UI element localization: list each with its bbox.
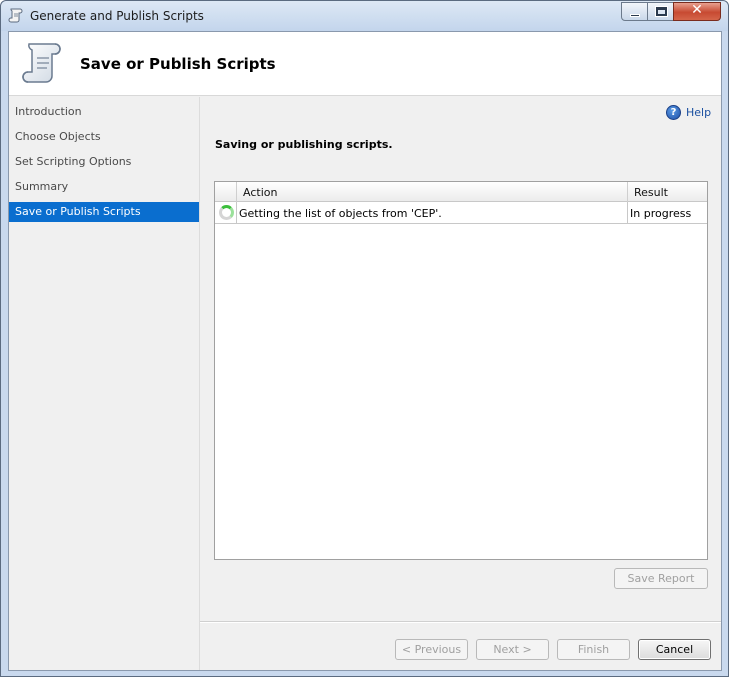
page-title: Save or Publish Scripts	[80, 55, 276, 73]
cell-separator	[627, 202, 628, 224]
help-icon[interactable]: ?	[666, 105, 681, 120]
grid-header: Action Result	[215, 182, 707, 202]
column-header-action[interactable]: Action	[243, 186, 277, 199]
minimize-icon	[630, 14, 640, 17]
sidebar-item-save-or-publish-scripts[interactable]: Save or Publish Scripts	[9, 202, 199, 222]
column-separator	[627, 182, 628, 202]
table-row[interactable]: Getting the list of objects from 'CEP'. …	[215, 202, 707, 224]
close-icon: ✕	[691, 2, 703, 18]
wizard-client-area: Save or Publish Scripts Introduction Cho…	[8, 31, 722, 671]
column-separator	[236, 182, 237, 202]
progress-grid[interactable]: Action Result Getting the list of object…	[214, 181, 708, 560]
wizard-header: Save or Publish Scripts	[9, 32, 721, 96]
minimize-button[interactable]	[621, 2, 648, 21]
wizard-steps-sidebar: Introduction Choose Objects Set Scriptin…	[9, 97, 200, 670]
cancel-button[interactable]: Cancel	[638, 639, 711, 660]
sidebar-item-choose-objects[interactable]: Choose Objects	[9, 127, 199, 147]
finish-button[interactable]: Finish	[557, 639, 630, 660]
spinner-icon	[219, 205, 234, 220]
section-title: Saving or publishing scripts.	[215, 138, 393, 151]
script-scroll-icon	[8, 8, 23, 23]
next-button[interactable]: Next >	[476, 639, 549, 660]
cell-separator	[236, 202, 237, 224]
sidebar-item-summary[interactable]: Summary	[9, 177, 199, 197]
result-cell: In progress	[630, 207, 692, 220]
wizard-window: Generate and Publish Scripts ✕ Save or P…	[0, 0, 729, 677]
footer-divider	[200, 621, 721, 623]
column-header-result[interactable]: Result	[634, 186, 668, 199]
sidebar-item-set-scripting-options[interactable]: Set Scripting Options	[9, 152, 199, 172]
sidebar-item-introduction[interactable]: Introduction	[9, 102, 199, 122]
maximize-icon	[655, 6, 668, 17]
close-button[interactable]: ✕	[673, 2, 721, 21]
save-report-button[interactable]: Save Report	[614, 568, 708, 589]
maximize-button[interactable]	[647, 2, 674, 21]
window-title: Generate and Publish Scripts	[30, 9, 204, 23]
previous-button[interactable]: < Previous	[395, 639, 468, 660]
script-scroll-icon	[22, 43, 61, 83]
action-cell: Getting the list of objects from 'CEP'.	[239, 207, 442, 220]
help-link[interactable]: Help	[686, 106, 711, 119]
title-bar[interactable]: Generate and Publish Scripts ✕	[1, 1, 728, 31]
